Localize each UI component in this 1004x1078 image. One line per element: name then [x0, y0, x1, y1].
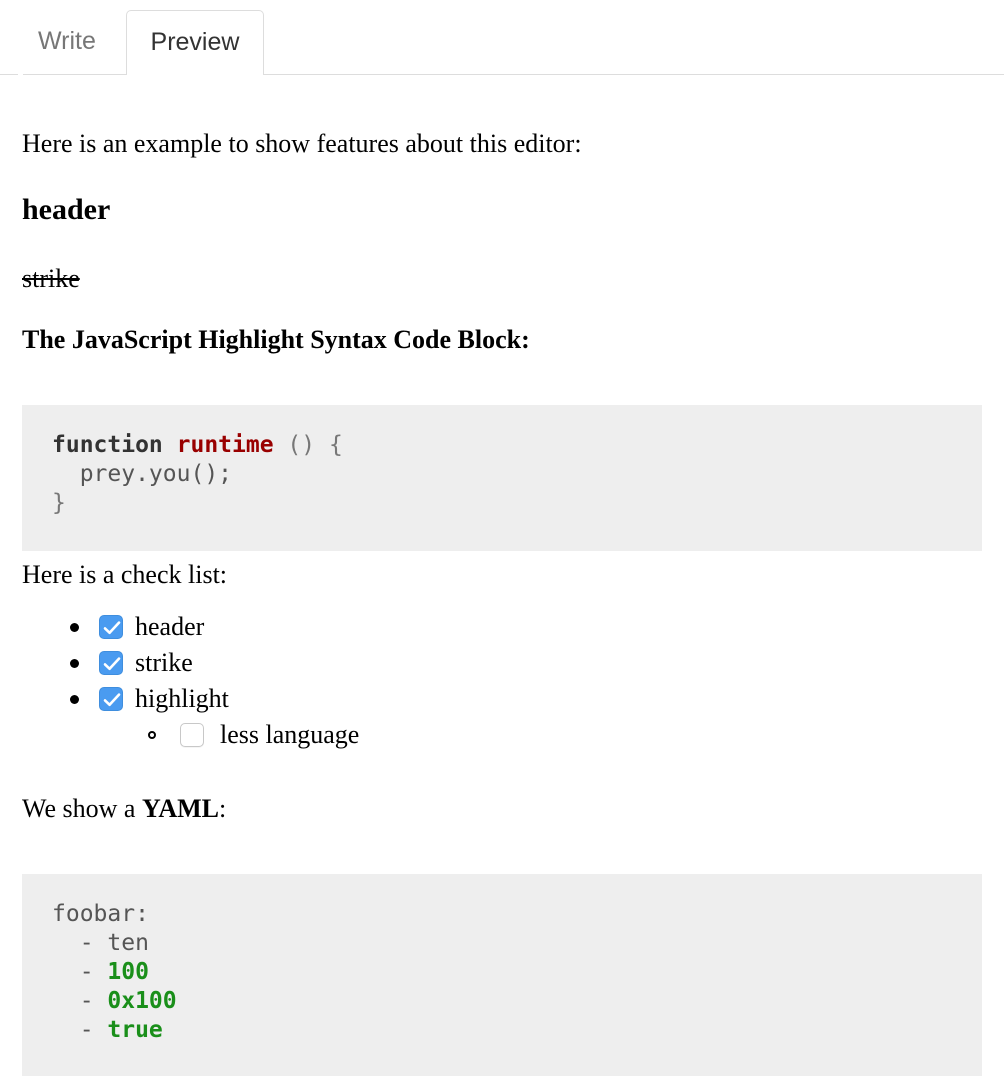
bullet-circle-icon: [148, 731, 156, 739]
tab-bar-rule-right: [264, 74, 1004, 75]
checkmark-icon: [103, 693, 121, 707]
bullet-disc-icon: [70, 694, 79, 704]
code-token-plain: ten: [107, 930, 149, 956]
code-token-attr: foobar:: [52, 901, 149, 927]
strikethrough-paragraph: strike: [22, 264, 80, 293]
js-block-caption-bold: The JavaScript Highlight Syntax Code Blo…: [22, 325, 522, 354]
checkbox-checked[interactable]: [99, 615, 123, 639]
tab-write[interactable]: Write: [38, 26, 96, 56]
code-token-dash: -: [52, 1017, 108, 1043]
code-token-number: 100: [107, 959, 149, 985]
list-item-label: highlight: [135, 684, 229, 713]
code-token-number: 0x100: [107, 988, 177, 1014]
tab-bar-rule-left-segment: [0, 74, 18, 75]
yaml-caption-colon: :: [219, 794, 227, 823]
code-token-bool: true: [107, 1017, 163, 1043]
tab-preview-label: Preview: [150, 28, 240, 56]
list-item-label: strike: [135, 648, 193, 677]
code-token-dash: -: [52, 930, 108, 956]
code-token-title: runtime: [176, 432, 274, 458]
list-item[interactable]: header: [70, 609, 204, 645]
checkbox-checked[interactable]: [99, 651, 123, 675]
js-block-caption: The JavaScript Highlight Syntax Code Blo…: [22, 324, 530, 356]
section-heading-header: header: [22, 193, 111, 226]
code-token-dash: -: [52, 988, 108, 1014]
tab-bar-rule-left: [23, 74, 126, 75]
list-item-label: header: [135, 612, 205, 641]
bullet-disc-icon: [70, 622, 79, 632]
js-block-caption-colon: :: [521, 325, 530, 354]
checklist-caption: Here is a check list:: [22, 560, 228, 589]
editor-tab-bar: Write Preview: [0, 0, 1004, 76]
code-token-punct: () {: [273, 432, 343, 458]
list-item-label: less language: [220, 720, 360, 749]
code-token-plain: prey.you();: [52, 461, 233, 487]
checkmark-icon: [103, 657, 121, 671]
bullet-disc-icon: [70, 658, 79, 668]
tab-preview[interactable]: Preview: [126, 10, 264, 75]
checkmark-icon: [103, 621, 121, 635]
code-token-keyword: function: [52, 432, 163, 458]
javascript-code-block: function runtime () { prey.you(); }: [22, 405, 982, 551]
yaml-code-block: foobar: - ten - 100 - 0x100 - true: [22, 874, 982, 1076]
list-item[interactable]: strike: [70, 645, 193, 681]
yaml-caption-bold: YAML: [141, 794, 219, 823]
yaml-code: foobar: - ten - 100 - 0x100 - true: [52, 901, 177, 1043]
code-token-dash: -: [52, 959, 108, 985]
list-item[interactable]: less language: [148, 717, 359, 753]
checkbox-checked[interactable]: [99, 687, 123, 711]
list-item[interactable]: highlight: [70, 681, 229, 717]
yaml-caption-lead: We show a: [22, 794, 142, 823]
yaml-caption: We show a YAML:: [22, 793, 226, 825]
intro-paragraph: Here is an example to show features abou…: [22, 129, 582, 158]
checkbox-unchecked[interactable]: [180, 723, 204, 747]
javascript-code: function runtime () { prey.you(); }: [52, 432, 343, 516]
code-token-punct: }: [52, 490, 66, 516]
